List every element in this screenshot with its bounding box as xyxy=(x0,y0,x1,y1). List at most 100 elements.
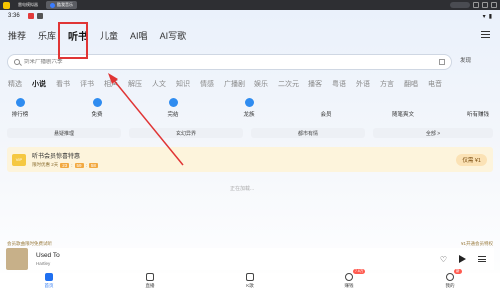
category-item[interactable]: 娱乐 xyxy=(254,79,278,89)
nav-label: 赚钱 xyxy=(344,283,354,288)
icon-item-ranking[interactable]: 排行榜 xyxy=(0,98,40,118)
dragon-icon xyxy=(244,98,254,107)
app-icon xyxy=(50,2,55,8)
category-item[interactable]: 播客 xyxy=(308,79,332,89)
countdown-minutes: 59 xyxy=(74,162,84,168)
track-artist: Hartley xyxy=(36,261,51,266)
emulator-tab-label: 酷我音乐 xyxy=(57,2,73,7)
maximize-icon[interactable] xyxy=(482,2,488,8)
bottom-nav: 首页 直播 K歌 7.6万赚钱 新我的 xyxy=(0,269,500,291)
heart-icon[interactable]: ♡ xyxy=(440,255,447,264)
tab-recommend[interactable]: 推荐 xyxy=(8,29,26,42)
earn-badge: 7.6万 xyxy=(353,269,366,274)
mini-player[interactable]: Used To Hartley ♡ xyxy=(6,248,494,270)
emulator-tab-app[interactable]: 酷我音乐 xyxy=(46,1,77,9)
icon-item-dragon[interactable]: 龙族 xyxy=(229,98,269,118)
tab-children[interactable]: 儿童 xyxy=(100,29,118,42)
category-item[interactable]: 相声 xyxy=(104,79,128,89)
search-input[interactable] xyxy=(24,59,404,65)
nav-live[interactable]: 直播 xyxy=(130,273,170,289)
promo-countdown: 限时优惠 2天 23: 59: 58 xyxy=(32,162,98,168)
countdown-hours: 23 xyxy=(60,162,70,168)
icon-label: 排行榜 xyxy=(11,112,29,118)
discover-button[interactable]: 发现 xyxy=(460,56,471,64)
icon-item-free[interactable]: 免费 xyxy=(77,98,117,118)
tab-library[interactable]: 乐库 xyxy=(38,29,56,42)
search-icon xyxy=(14,59,20,65)
category-item[interactable]: 外语 xyxy=(356,79,380,89)
genre-pills: 悬疑推理 玄幻异界 都市有情 全部 > xyxy=(0,128,500,139)
icon-item-essay[interactable]: 随笔爽文 xyxy=(383,98,423,118)
menu-icon[interactable] xyxy=(481,31,490,38)
category-item[interactable]: 方言 xyxy=(380,79,404,89)
nav-label: 我的 xyxy=(445,283,455,288)
scan-icon[interactable] xyxy=(439,59,445,65)
genre-pill[interactable]: 都市有情 xyxy=(251,128,365,138)
category-item[interactable]: 解压 xyxy=(128,79,152,89)
category-item[interactable]: 电音 xyxy=(428,79,452,89)
close-icon[interactable] xyxy=(491,2,497,8)
icon-label: 随笔爽文 xyxy=(391,112,414,118)
category-item[interactable]: 翻唱 xyxy=(404,79,428,89)
icon-label: 龙族 xyxy=(243,112,255,118)
nav-home[interactable]: 首页 xyxy=(29,273,69,289)
nav-label: 直播 xyxy=(145,283,155,288)
home-icon xyxy=(45,273,53,281)
nav-label: K歌 xyxy=(246,283,254,288)
vip-icon: VIP xyxy=(12,153,26,166)
promo-text: 听书会员惊喜特惠 限时优惠 2天 23: 59: 58 xyxy=(32,151,98,168)
genre-pill[interactable]: 玄幻异界 xyxy=(129,128,243,138)
track-meta: Used To Hartley xyxy=(36,252,60,266)
icon-item-finished[interactable]: 完结 xyxy=(153,98,193,118)
nav-earn[interactable]: 7.6万赚钱 xyxy=(329,269,369,289)
category-item[interactable]: 看书 xyxy=(56,79,80,89)
tab-ai-compose[interactable]: AI写歌 xyxy=(160,29,187,42)
minimize-icon[interactable] xyxy=(473,2,479,8)
all-genres-pill[interactable]: 全部 > xyxy=(373,128,493,138)
category-item[interactable]: 粤语 xyxy=(332,79,356,89)
player-controls: ♡ xyxy=(440,255,486,264)
category-item[interactable]: 情感 xyxy=(200,79,224,89)
play-icon[interactable] xyxy=(459,255,466,263)
category-item[interactable]: 小说 xyxy=(32,79,56,89)
nav-label: 首页 xyxy=(44,283,54,288)
album-cover[interactable] xyxy=(6,248,28,270)
category-item[interactable]: 评书 xyxy=(80,79,104,89)
emulator-pill[interactable] xyxy=(450,2,470,8)
countdown-prefix: 限时优惠 2天 xyxy=(32,162,59,167)
karaoke-icon xyxy=(246,273,254,281)
emulator-titlebar: 雷电模拟器 酷我音乐 xyxy=(0,0,500,10)
top-tabs: 推荐 乐库 听书 儿童 AI唱 AI写歌 xyxy=(8,26,186,44)
quick-icon-row: 排行榜 免费 完结 龙族 会员 随笔爽文 听有赚钱 xyxy=(0,98,500,120)
category-item[interactable]: 人文 xyxy=(152,79,176,89)
privilege-strip[interactable]: 会员歌曲限时免费试听 ¥1开通会员特权 xyxy=(7,240,493,248)
icon-label: 免费 xyxy=(91,112,103,118)
tab-ai-sing[interactable]: AI唱 xyxy=(130,29,148,42)
category-row: 精选 小说 看书 评书 相声 解压 人文 知识 情感 广播剧 娱乐 二次元 播客… xyxy=(8,78,452,90)
icon-item-member[interactable]: 会员 xyxy=(306,98,346,118)
privilege-right-link[interactable]: ¥1开通会员特权 xyxy=(461,241,493,247)
track-title: Used To xyxy=(36,252,60,259)
earn-icon xyxy=(474,98,483,107)
notification-icon xyxy=(27,13,34,19)
member-icon xyxy=(322,98,331,107)
category-item[interactable]: 知识 xyxy=(176,79,200,89)
member-promo-banner[interactable]: VIP 听书会员惊喜特惠 限时优惠 2天 23: 59: 58 仅需 ¥1 xyxy=(7,147,493,172)
status-time: 3:36 xyxy=(8,13,20,19)
emulator-controls xyxy=(450,2,497,8)
category-item[interactable]: 二次元 xyxy=(278,79,308,89)
nav-profile[interactable]: 新我的 xyxy=(430,269,470,289)
icon-item-earn[interactable]: 听有赚钱 xyxy=(458,98,498,118)
claim-offer-button[interactable]: 仅需 ¥1 xyxy=(456,153,487,166)
playlist-icon[interactable] xyxy=(478,256,486,262)
ranking-icon xyxy=(15,98,25,107)
loading-indicator: 正在加载... xyxy=(230,186,255,192)
nav-karaoke[interactable]: K歌 xyxy=(230,273,270,289)
emulator-tab-home[interactable]: 雷电模拟器 xyxy=(14,1,42,9)
emulator-tab-label: 雷电模拟器 xyxy=(18,2,38,7)
category-item[interactable]: 广播剧 xyxy=(224,79,254,89)
genre-pill[interactable]: 悬疑推理 xyxy=(7,128,121,138)
category-item[interactable]: 精选 xyxy=(8,79,32,89)
wifi-icon: ▾ xyxy=(482,13,486,20)
notification-icon xyxy=(36,13,43,19)
